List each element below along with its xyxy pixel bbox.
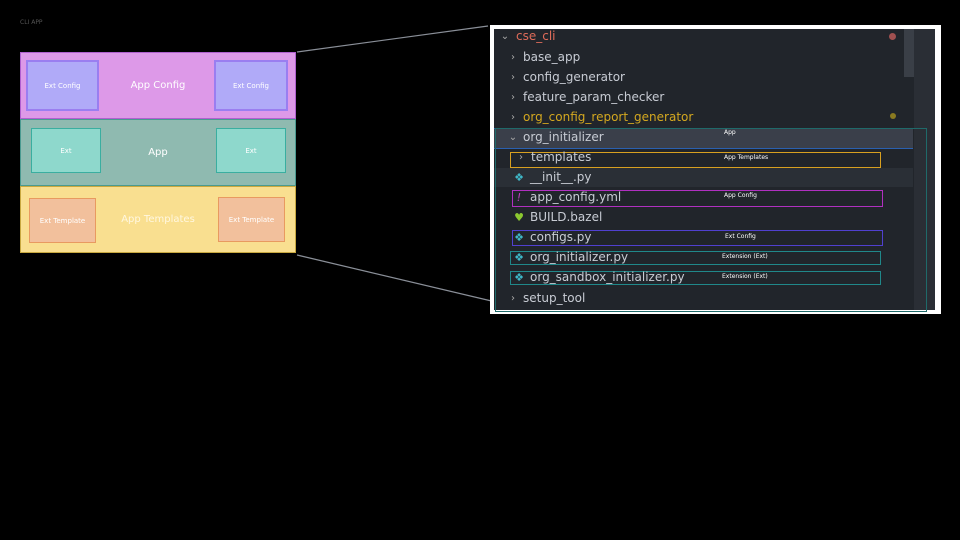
item-label: feature_param_checker <box>523 90 665 104</box>
tree-item-config-generator[interactable]: › config_generator <box>494 67 914 87</box>
chevron-right-icon: › <box>511 111 515 123</box>
tree-item-setup-tool[interactable]: › setup_tool <box>494 288 914 308</box>
item-label: app_config.yml <box>530 190 622 204</box>
yaml-exclamation-icon: ! <box>516 190 522 204</box>
tree-item-app-config-yml[interactable]: ! app_config.yml <box>494 187 914 207</box>
chevron-right-icon: › <box>519 151 523 163</box>
tree-item-build-bazel[interactable]: ♥ BUILD.bazel <box>494 207 914 227</box>
tree-item-feature-param-checker[interactable]: › feature_param_checker <box>494 87 914 107</box>
tree-item-init-py[interactable]: ❖ __init__.py <box>494 167 914 187</box>
tree-item-configs-py[interactable]: ❖ configs.py <box>494 227 914 247</box>
item-label: BUILD.bazel <box>530 210 603 224</box>
bazel-heart-icon: ♥ <box>514 210 524 224</box>
tree-item-templates[interactable]: › templates <box>494 147 914 167</box>
item-label: __init__.py <box>530 170 592 184</box>
file-explorer: ⌄ cse_cli › base_app › config_generator › fe… <box>494 26 935 312</box>
annotation-app-templates: App Templates <box>724 154 769 161</box>
annotation-app: App <box>724 129 736 136</box>
item-label: setup_tool <box>523 291 586 305</box>
item-label: config_generator <box>523 70 625 84</box>
tree-item-org-initializer[interactable]: ⌄ org_initializer <box>494 127 914 147</box>
item-label: org_sandbox_initializer.py <box>530 270 685 284</box>
python-icon: ❖ <box>514 250 524 264</box>
annotation-extension: Extension (Ext) <box>722 273 768 280</box>
chevron-down-icon: ⌄ <box>500 30 510 42</box>
python-icon: ❖ <box>514 270 524 284</box>
chevron-right-icon: › <box>511 51 515 63</box>
chevron-right-icon: › <box>511 71 515 83</box>
item-label: org_initializer.py <box>530 250 629 264</box>
item-label: org_config_report_generator <box>523 110 694 124</box>
annotation-extension: Extension (Ext) <box>722 253 768 260</box>
python-icon: ❖ <box>514 170 524 184</box>
chevron-down-icon: ⌄ <box>508 131 518 143</box>
tree-item-org-config-report-generator[interactable]: › org_config_report_generator <box>494 107 914 127</box>
tree-root-label: cse_cli <box>516 29 556 43</box>
modified-dot-icon <box>889 33 896 40</box>
connector-bottom <box>296 254 501 304</box>
chevron-right-icon: › <box>511 292 515 304</box>
tree-item-base-app[interactable]: › base_app <box>494 47 914 67</box>
annotation-ext-config: Ext Config <box>725 233 756 240</box>
connector-top <box>296 25 489 53</box>
chevron-right-icon: › <box>511 91 515 103</box>
tree-root[interactable]: ⌄ cse_cli <box>494 26 914 46</box>
annotation-app-config: App Config <box>724 192 757 199</box>
item-label: templates <box>531 150 592 164</box>
item-label: configs.py <box>530 230 592 244</box>
python-icon: ❖ <box>514 230 524 244</box>
item-label: base_app <box>523 50 581 64</box>
tree-item-org-sandbox-initializer-py[interactable]: ❖ org_sandbox_initializer.py <box>494 267 914 287</box>
tree-item-org-initializer-py[interactable]: ❖ org_initializer.py <box>494 247 914 267</box>
item-label: org_initializer <box>523 130 604 144</box>
